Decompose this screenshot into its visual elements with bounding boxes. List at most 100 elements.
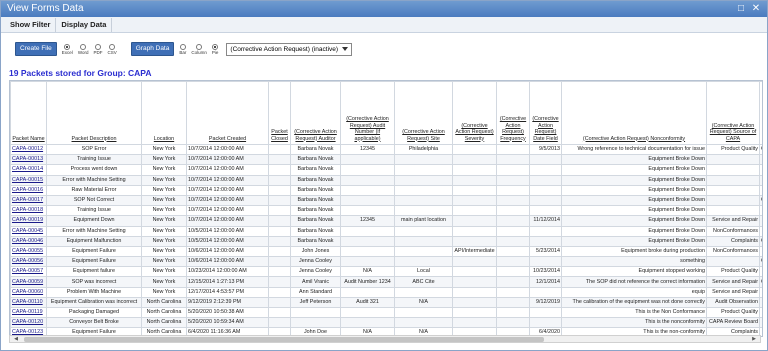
table-row[interactable]: CAPA-00019 Equipment Down New York 10/7/201…	[10, 215, 762, 227]
column-header[interactable]: Location	[141, 81, 187, 145]
table-cell: 9/12/2019 2:12:39 PM	[186, 296, 269, 309]
column-header[interactable]: (Corrective Action Request) Severity	[452, 81, 497, 145]
table-row[interactable]: CAPA-00016 Raw Material Error New York 10/7…	[10, 184, 762, 196]
packet-name-link[interactable]: CAPA-00013	[10, 154, 47, 166]
radio-pie[interactable]: Pie	[212, 43, 218, 55]
table-cell: Audit Observation	[706, 296, 760, 309]
group-title: 19 Packets stored for Group: CAPA	[9, 68, 152, 78]
radio-csv[interactable]: CSV	[107, 43, 117, 55]
table-row[interactable]: CAPA-00110 Equipment Calibration was inco…	[10, 296, 762, 309]
table-cell: Equipment Broke Down	[561, 225, 707, 237]
table-cell: 10/7/2014 12:00:00 AM	[186, 154, 269, 166]
table-cell	[268, 174, 291, 186]
column-header[interactable]: (Corrective Action Request) Date Field	[529, 81, 562, 145]
packet-name-link[interactable]: CAPA-00016	[10, 184, 47, 196]
close-icon[interactable]: ✕	[750, 3, 762, 15]
table-cell: Human Error	[759, 174, 762, 186]
column-header[interactable]: (Corrective Action Request) Nonconformit…	[561, 81, 707, 145]
radio-excel[interactable]: Excel	[62, 43, 73, 55]
column-header[interactable]: (Corrective Action Request) Root Cause S…	[759, 81, 762, 145]
packet-name-link[interactable]: CAPA-00055	[10, 245, 47, 258]
table-row[interactable]: CAPA-00013 Training Issue New York 10/7/201…	[10, 154, 762, 166]
table-cell: Equipment Error	[759, 286, 762, 298]
table-row[interactable]: CAPA-00012 SOP Error New York 10/7/2014 12:…	[10, 143, 762, 156]
table-row[interactable]: CAPA-00055 Equipment Failure New York 10/6/…	[10, 245, 762, 258]
table-row[interactable]: CAPA-00059 SOP was incorrect New York 12/15…	[10, 276, 762, 288]
create-file-button[interactable]: Create File	[15, 42, 57, 56]
table-cell	[394, 317, 453, 329]
table-row[interactable]: CAPA-00060 Problem With Machine New York 12…	[10, 286, 762, 298]
radio-bar[interactable]: Bar	[179, 43, 186, 55]
scroll-left-icon[interactable]: ◀	[11, 336, 21, 342]
table-cell	[340, 164, 395, 176]
table-cell: John Jones	[290, 245, 341, 258]
graph-data-button[interactable]: Graph Data	[130, 42, 175, 56]
table-cell: 10/7/2014 12:00:00 AM	[186, 194, 269, 207]
packet-name-link[interactable]: CAPA-00045	[10, 225, 47, 237]
radio-csv-label: CSV	[107, 49, 117, 55]
display-data-button[interactable]: Display Data	[56, 17, 113, 32]
packet-name-link[interactable]: CAPA-00014	[10, 164, 47, 176]
column-header[interactable]: Packet Description	[46, 81, 142, 145]
radio-word[interactable]: Word	[77, 43, 89, 55]
packet-name-link[interactable]: CAPA-00060	[10, 286, 47, 298]
table-cell	[706, 194, 760, 207]
table-cell: Error with Machine Setting	[46, 174, 142, 186]
packet-name-link[interactable]: CAPA-00057	[10, 266, 47, 278]
packet-name-link[interactable]: CAPA-00046	[10, 235, 47, 247]
scroll-right-icon[interactable]: ▶	[749, 336, 759, 342]
table-cell	[268, 256, 291, 268]
packet-name-link[interactable]: CAPA-00015	[10, 174, 47, 186]
table-row[interactable]: CAPA-00014 Process went down New York 10/7/…	[10, 164, 762, 176]
packet-name-link[interactable]: CAPA-00012	[10, 143, 47, 156]
column-header[interactable]: Packet Created	[186, 81, 269, 145]
packet-name-link[interactable]: CAPA-00110	[10, 296, 47, 309]
table-cell	[496, 215, 530, 227]
table-cell: Amil Vranic	[290, 276, 341, 288]
radio-column[interactable]: Column	[191, 43, 207, 55]
table-cell	[340, 205, 395, 217]
maximize-icon[interactable]: □	[735, 3, 747, 15]
table-cell	[529, 306, 562, 319]
horizontal-scrollbar[interactable]: ◀ ▶	[9, 335, 761, 343]
table-cell: 11/12/2014	[529, 215, 562, 227]
form-select-dropdown[interactable]: (Corrective Action Request) (inactive)	[226, 42, 353, 56]
column-header[interactable]: (Corrective Action Request) Frequency	[496, 81, 530, 145]
packet-name-link[interactable]: CAPA-00018	[10, 205, 47, 217]
table-cell: New York	[141, 286, 187, 298]
table-cell: Barbara Novak	[290, 154, 341, 166]
column-header[interactable]: Packet Name	[10, 81, 47, 145]
table-cell: Service and Repair	[706, 215, 760, 227]
column-header[interactable]: (Corrective Action Request) Site	[394, 81, 453, 145]
column-header[interactable]: (Corrective Action Request) Auditor	[290, 81, 341, 145]
table-cell: New York	[141, 143, 187, 156]
table-row[interactable]: CAPA-00119 Packaging Damaged North Carolin…	[10, 306, 762, 319]
table-cell: 10/7/2014 12:00:00 AM	[186, 164, 269, 176]
packet-name-link[interactable]: CAPA-00056	[10, 256, 47, 268]
table-row[interactable]: CAPA-00018 Training Issue New York 10/7/201…	[10, 205, 762, 217]
column-header[interactable]: (Corrective Action Request) Source of CA…	[706, 81, 760, 145]
packet-name-link[interactable]: CAPA-00017	[10, 194, 47, 207]
show-filter-button[interactable]: Show Filter	[5, 17, 57, 32]
table-row[interactable]: CAPA-00017 SOP Not Correct New York 10/7/20…	[10, 194, 762, 207]
radio-pdf[interactable]: PDF	[93, 43, 102, 55]
table-row[interactable]: CAPA-00056 Equipment Failure New York 10/6/…	[10, 256, 762, 268]
scrollbar-thumb[interactable]	[24, 337, 544, 342]
column-header[interactable]: Packet Closed	[268, 81, 291, 145]
column-header[interactable]: (Corrective Action Request) Audit Number…	[340, 81, 395, 145]
table-cell: Barbara Novak	[290, 194, 341, 207]
packet-name-link[interactable]: CAPA-00119	[10, 306, 47, 319]
table-row[interactable]: CAPA-00120 Conveyor Belt Broke North Carol…	[10, 317, 762, 329]
table-cell	[452, 276, 497, 288]
packet-name-link[interactable]: CAPA-00120	[10, 317, 47, 329]
table-cell	[394, 286, 453, 298]
table-row[interactable]: CAPA-00046 Equipment Malfunction New York 1…	[10, 235, 762, 247]
table-cell: 10/6/2014 12:00:00 AM	[186, 245, 269, 258]
table-cell: Complaints	[706, 235, 760, 247]
table-row[interactable]: CAPA-00045 Error with Machine Setting New …	[10, 225, 762, 237]
packet-name-link[interactable]: CAPA-00019	[10, 215, 47, 227]
radio-word-label: Word	[77, 49, 89, 55]
table-row[interactable]: CAPA-00057 Equipment failure New York 10/23…	[10, 266, 762, 278]
packet-name-link[interactable]: CAPA-00059	[10, 276, 47, 288]
table-row[interactable]: CAPA-00015 Error with Machine Setting New …	[10, 174, 762, 186]
